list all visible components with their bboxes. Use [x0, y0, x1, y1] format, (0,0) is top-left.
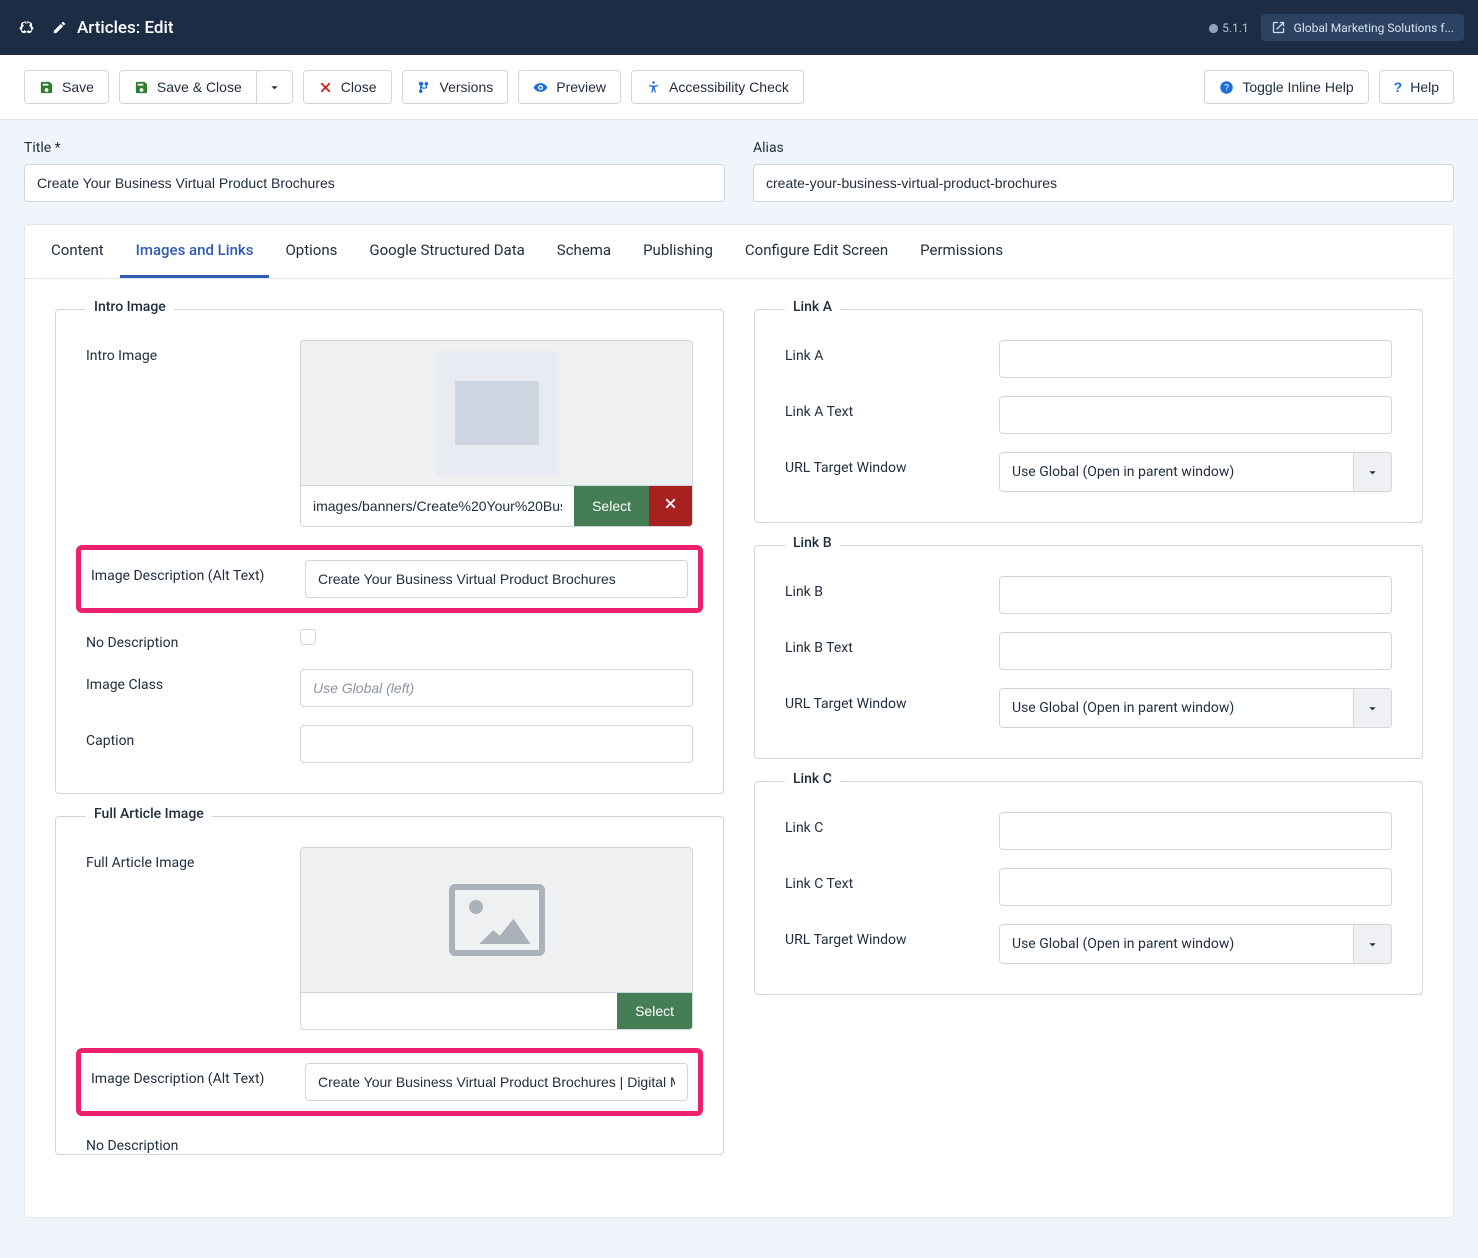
full-image-label: Full Article Image	[86, 847, 286, 871]
link-b-target-label: URL Target Window	[785, 688, 985, 712]
save-button[interactable]: Save	[24, 70, 109, 104]
tab-options[interactable]: Options	[269, 225, 353, 278]
intro-alt-input[interactable]	[305, 560, 688, 598]
accessibility-icon	[646, 80, 661, 95]
intro-no-desc-label: No Description	[86, 627, 286, 651]
save-close-dropdown[interactable]	[257, 70, 293, 104]
intro-image-preview	[300, 340, 693, 486]
tab-permissions[interactable]: Permissions	[904, 225, 1019, 278]
intro-image-fieldset: Intro Image Intro Image Select	[55, 309, 724, 794]
tab-publishing[interactable]: Publishing	[627, 225, 729, 278]
link-c-target-select[interactable]: Use Global (Open in parent window)	[999, 924, 1392, 964]
intro-alt-highlight: Image Description (Alt Text)	[76, 545, 703, 613]
close-icon	[318, 80, 333, 95]
title-input[interactable]	[24, 164, 725, 202]
save-icon	[39, 80, 54, 95]
full-image-preview	[300, 847, 693, 993]
svg-text:?: ?	[1224, 82, 1229, 92]
link-c-text-label: Link C Text	[785, 868, 985, 892]
tab-schema[interactable]: Schema	[541, 225, 627, 278]
preview-button[interactable]: Preview	[518, 70, 621, 104]
intro-image-thumb	[435, 351, 559, 475]
tab-configure[interactable]: Configure Edit Screen	[729, 225, 904, 278]
question-icon: ?	[1219, 80, 1234, 95]
version-badge: 5.1.1	[1208, 21, 1249, 35]
intro-alt-label: Image Description (Alt Text)	[91, 560, 291, 584]
tab-structured-data[interactable]: Google Structured Data	[353, 225, 540, 278]
intro-class-label: Image Class	[86, 669, 286, 693]
intro-image-select-button[interactable]: Select	[574, 486, 649, 526]
link-a-target-label: URL Target Window	[785, 452, 985, 476]
intro-caption-input[interactable]	[300, 725, 693, 763]
full-image-path[interactable]	[301, 993, 617, 1029]
chevron-down-icon	[1353, 925, 1391, 963]
link-c-fieldset: Link C Link C Link C Text URL Target Win…	[754, 781, 1423, 995]
close-icon	[663, 496, 678, 511]
link-b-text-label: Link B Text	[785, 632, 985, 656]
eye-icon	[533, 80, 548, 95]
intro-caption-label: Caption	[86, 725, 286, 749]
link-c-target-label: URL Target Window	[785, 924, 985, 948]
full-alt-label: Image Description (Alt Text)	[91, 1063, 291, 1087]
link-c-text-input[interactable]	[999, 868, 1392, 906]
alias-input[interactable]	[753, 164, 1454, 202]
chevron-down-icon	[267, 80, 282, 95]
alias-label: Alias	[753, 140, 1454, 156]
link-a-label: Link A	[785, 340, 985, 364]
full-alt-highlight: Image Description (Alt Text)	[76, 1048, 703, 1116]
intro-image-path[interactable]	[301, 486, 574, 526]
page-title: Articles: Edit	[52, 18, 173, 38]
link-a-input[interactable]	[999, 340, 1392, 378]
topbar: Articles: Edit 5.1.1 Global Marketing So…	[0, 0, 1478, 55]
link-b-label: Link B	[785, 576, 985, 600]
tab-images-links[interactable]: Images and Links	[120, 225, 270, 278]
accessibility-button[interactable]: Accessibility Check	[631, 70, 804, 104]
link-b-text-input[interactable]	[999, 632, 1392, 670]
intro-image-clear-button[interactable]	[649, 486, 692, 526]
joomla-logo-icon[interactable]	[14, 16, 38, 40]
versions-button[interactable]: Versions	[402, 70, 509, 104]
tabs: Content Images and Links Options Google …	[25, 225, 1453, 279]
link-a-legend: Link A	[785, 299, 840, 315]
intro-image-label: Intro Image	[86, 340, 286, 364]
full-image-legend: Full Article Image	[86, 806, 212, 822]
link-a-text-input[interactable]	[999, 396, 1392, 434]
help-button[interactable]: ? Help	[1379, 70, 1454, 104]
external-link-icon	[1271, 20, 1286, 35]
tab-content[interactable]: Content	[35, 225, 120, 278]
link-b-legend: Link B	[785, 535, 840, 551]
image-placeholder-icon	[449, 884, 545, 956]
link-c-input[interactable]	[999, 812, 1392, 850]
close-button[interactable]: Close	[303, 70, 392, 104]
intro-class-input[interactable]	[300, 669, 693, 707]
branch-icon	[417, 80, 432, 95]
site-chip[interactable]: Global Marketing Solutions f...	[1261, 14, 1464, 41]
link-c-label: Link C	[785, 812, 985, 836]
chevron-down-icon	[1353, 689, 1391, 727]
chevron-down-icon	[1353, 453, 1391, 491]
title-label: Title *	[24, 140, 725, 156]
link-b-input[interactable]	[999, 576, 1392, 614]
link-b-target-select[interactable]: Use Global (Open in parent window)	[999, 688, 1392, 728]
save-close-button[interactable]: Save & Close	[119, 70, 257, 104]
save-icon	[134, 80, 149, 95]
link-a-fieldset: Link A Link A Link A Text URL Target Win…	[754, 309, 1423, 523]
full-image-fieldset: Full Article Image Full Article Image Se…	[55, 816, 724, 1155]
link-b-fieldset: Link B Link B Link B Text URL Target Win…	[754, 545, 1423, 759]
toolbar: Save Save & Close Close Versions Preview…	[0, 55, 1478, 120]
link-a-text-label: Link A Text	[785, 396, 985, 420]
intro-image-legend: Intro Image	[86, 299, 174, 315]
full-alt-input[interactable]	[305, 1063, 688, 1101]
intro-no-desc-checkbox[interactable]	[300, 629, 316, 645]
full-image-select-button[interactable]: Select	[617, 993, 692, 1029]
toggle-help-button[interactable]: ? Toggle Inline Help	[1204, 70, 1368, 104]
link-c-legend: Link C	[785, 771, 840, 787]
link-a-target-select[interactable]: Use Global (Open in parent window)	[999, 452, 1392, 492]
pencil-icon	[52, 20, 67, 35]
full-no-desc-label: No Description	[86, 1130, 286, 1154]
